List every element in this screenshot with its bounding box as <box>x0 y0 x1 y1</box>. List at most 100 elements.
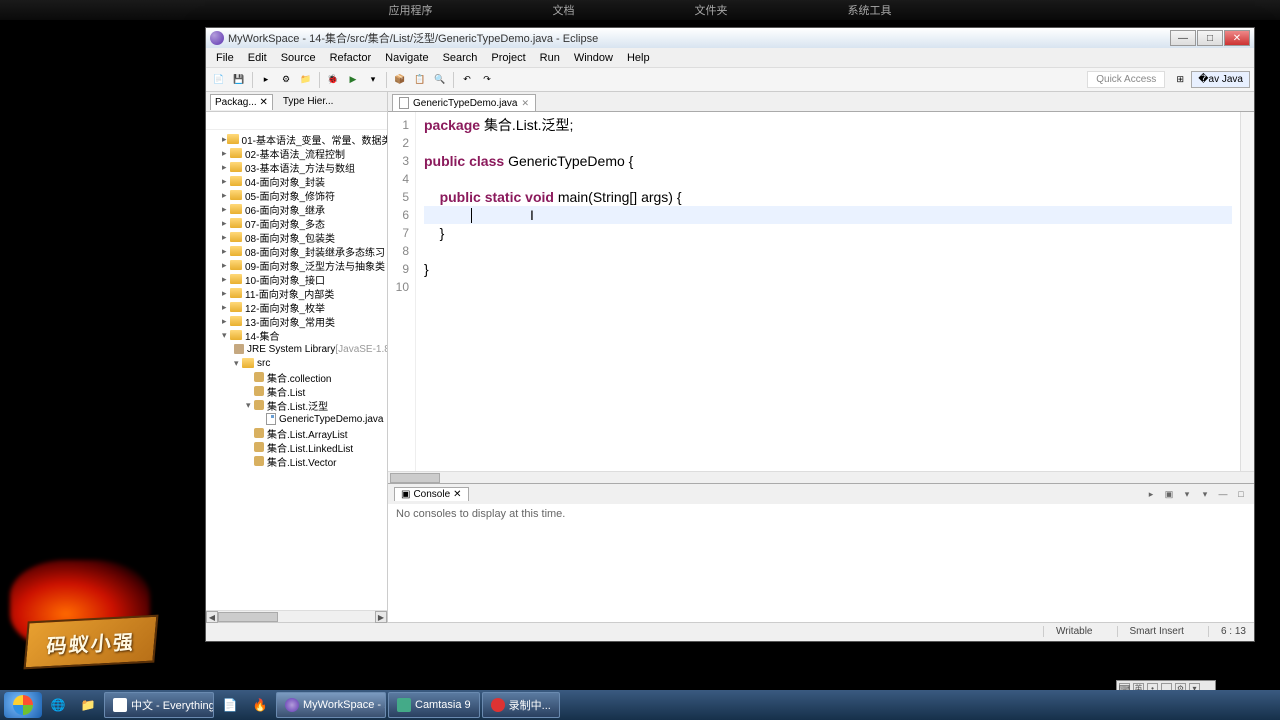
menu-navigate[interactable]: Navigate <box>379 50 434 66</box>
console-tab[interactable]: ▣ Console ✕ <box>394 487 469 501</box>
tree-arrow-icon[interactable]: ▾ <box>246 400 254 411</box>
minimize-button[interactable]: — <box>1170 30 1196 46</box>
tree-item[interactable]: ▸08-面向对象_封装继承多态练习 <box>206 244 387 258</box>
tree-item[interactable]: 集合.List.Vector <box>206 454 387 468</box>
menu-file[interactable]: File <box>210 50 240 66</box>
tree-item[interactable]: ▸10-面向对象_接口 <box>206 272 387 286</box>
tree-arrow-icon[interactable]: ▸ <box>222 134 227 145</box>
tree-item[interactable]: GenericTypeDemo.java <box>206 412 387 426</box>
toolbar-button[interactable]: 📦 <box>391 71 409 89</box>
tree-arrow-icon[interactable]: ▸ <box>222 148 230 159</box>
tree-item[interactable]: ▸03-基本语法_方法与数组 <box>206 160 387 174</box>
menu-project[interactable]: Project <box>485 50 531 66</box>
tree-item[interactable]: 集合.collection <box>206 370 387 384</box>
code-area[interactable]: package 集合.List.泛型; public class Generic… <box>416 112 1240 471</box>
close-tab-icon[interactable]: ✕ <box>522 98 530 109</box>
tree-arrow-icon[interactable]: ▾ <box>222 330 230 341</box>
tree-item[interactable]: ▾src <box>206 356 387 370</box>
taskbar-pinned-icon[interactable]: 🔥 <box>246 692 274 718</box>
tree-item[interactable]: ▸09-面向对象_泛型方法与抽象类 <box>206 258 387 272</box>
package-explorer-tab[interactable]: Packag... ✕ <box>210 94 273 110</box>
scroll-thumb[interactable] <box>218 612 278 622</box>
new-button[interactable]: 📄 <box>210 71 228 89</box>
tree-item[interactable]: ▸04-面向对象_封装 <box>206 174 387 188</box>
taskbar-pinned-icon[interactable]: 📄 <box>216 692 244 718</box>
menu-help[interactable]: Help <box>621 50 656 66</box>
taskbar-item[interactable]: 录制中... <box>482 692 560 718</box>
console-button[interactable]: ▣ <box>1162 487 1176 501</box>
code-editor[interactable]: 12345678910 package 集合.List.泛型; public c… <box>388 112 1240 471</box>
tree-item[interactable]: ▸07-面向对象_多态 <box>206 216 387 230</box>
taskbar-item[interactable]: MyWorkSpace - 1... <box>276 692 386 718</box>
tree-arrow-icon[interactable]: ▸ <box>222 288 230 299</box>
toolbar-button[interactable]: ▸ <box>257 71 275 89</box>
toolbar-button[interactable]: ↷ <box>478 71 496 89</box>
console-button[interactable]: ▸ <box>1144 487 1158 501</box>
maximize-icon[interactable]: □ <box>1234 487 1248 501</box>
desktop-menu-item[interactable]: 系统工具 <box>848 2 892 18</box>
scroll-left-icon[interactable]: ◀ <box>206 611 218 623</box>
tree-item[interactable]: ▸08-面向对象_包装类 <box>206 230 387 244</box>
menu-window[interactable]: Window <box>568 50 619 66</box>
tree-item[interactable]: ▸13-面向对象_常用类 <box>206 314 387 328</box>
toolbar-button[interactable]: ▾ <box>364 71 382 89</box>
tree-arrow-icon[interactable]: ▸ <box>222 176 230 187</box>
tree-arrow-icon[interactable]: ▸ <box>222 302 230 313</box>
tree-arrow-icon[interactable]: ▸ <box>222 274 230 285</box>
package-explorer-tree[interactable]: ▸01-基本语法_变量、常量、数据类型、运算▸02-基本语法_流程控制▸03-基… <box>206 130 387 610</box>
tree-item[interactable]: ▸12-面向对象_枚举 <box>206 300 387 314</box>
java-perspective[interactable]: �av Java <box>1191 71 1250 88</box>
open-perspective-button[interactable]: ⊞ <box>1171 71 1189 89</box>
tree-item[interactable]: ▸02-基本语法_流程控制 <box>206 146 387 160</box>
tree-item[interactable]: ▾集合.List.泛型 <box>206 398 387 412</box>
editor-tab[interactable]: GenericTypeDemo.java ✕ <box>392 94 536 111</box>
taskbar-item[interactable]: 中文 - Everything <box>104 692 214 718</box>
side-hscroll[interactable]: ◀ ▶ <box>206 610 387 622</box>
tree-arrow-icon[interactable]: ▸ <box>222 232 230 243</box>
type-hierarchy-tab[interactable]: Type Hier... <box>279 94 338 109</box>
desktop-menu-item[interactable]: 应用程序 <box>389 2 433 18</box>
menu-search[interactable]: Search <box>437 50 484 66</box>
desktop-menu-item[interactable]: 文件夹 <box>695 2 728 18</box>
tree-item[interactable]: ▸11-面向对象_内部类 <box>206 286 387 300</box>
maximize-button[interactable]: □ <box>1197 30 1223 46</box>
taskbar-pinned-icon[interactable]: 📁 <box>74 692 102 718</box>
taskbar-item[interactable]: Camtasia 9 <box>388 692 480 718</box>
start-button[interactable] <box>4 692 42 718</box>
tree-item[interactable]: ▸05-面向对象_修饰符 <box>206 188 387 202</box>
menu-run[interactable]: Run <box>534 50 566 66</box>
toolbar-button[interactable]: ⚙ <box>277 71 295 89</box>
tree-arrow-icon[interactable]: ▸ <box>222 260 230 271</box>
toolbar-button[interactable]: ↶ <box>458 71 476 89</box>
minimize-icon[interactable]: — <box>1216 487 1230 501</box>
tree-item[interactable]: ▾14-集合 <box>206 328 387 342</box>
debug-button[interactable]: 🐞 <box>324 71 342 89</box>
tree-item[interactable]: 集合.List.ArrayList <box>206 426 387 440</box>
close-icon[interactable]: ✕ <box>453 489 461 500</box>
scroll-thumb[interactable] <box>390 473 440 483</box>
toolbar-button[interactable]: 📁 <box>297 71 315 89</box>
tree-item[interactable]: JRE System Library [JavaSE-1.8] <box>206 342 387 356</box>
desktop-menu-item[interactable]: 文档 <box>553 2 575 18</box>
taskbar-pinned-icon[interactable]: 🌐 <box>44 692 72 718</box>
tree-item[interactable]: ▸01-基本语法_变量、常量、数据类型、运算 <box>206 132 387 146</box>
tree-arrow-icon[interactable]: ▸ <box>222 218 230 229</box>
menu-edit[interactable]: Edit <box>242 50 273 66</box>
tree-item[interactable]: ▸06-面向对象_继承 <box>206 202 387 216</box>
run-button[interactable]: ▶ <box>344 71 362 89</box>
toolbar-button[interactable]: 🔍 <box>431 71 449 89</box>
quick-access[interactable]: Quick Access <box>1087 71 1165 88</box>
save-button[interactable]: 💾 <box>230 71 248 89</box>
console-button[interactable]: ▾ <box>1180 487 1194 501</box>
tree-arrow-icon[interactable]: ▸ <box>222 162 230 173</box>
menu-refactor[interactable]: Refactor <box>324 50 378 66</box>
tree-item[interactable]: 集合.List <box>206 384 387 398</box>
tree-arrow-icon[interactable]: ▸ <box>222 246 230 257</box>
tree-arrow-icon[interactable]: ▾ <box>234 358 242 369</box>
tree-arrow-icon[interactable]: ▸ <box>222 316 230 327</box>
toolbar-button[interactable]: 📋 <box>411 71 429 89</box>
tree-item[interactable]: 集合.List.LinkedList <box>206 440 387 454</box>
editor-hscroll[interactable] <box>388 471 1254 483</box>
scroll-right-icon[interactable]: ▶ <box>375 611 387 623</box>
tree-arrow-icon[interactable]: ▸ <box>222 204 230 215</box>
